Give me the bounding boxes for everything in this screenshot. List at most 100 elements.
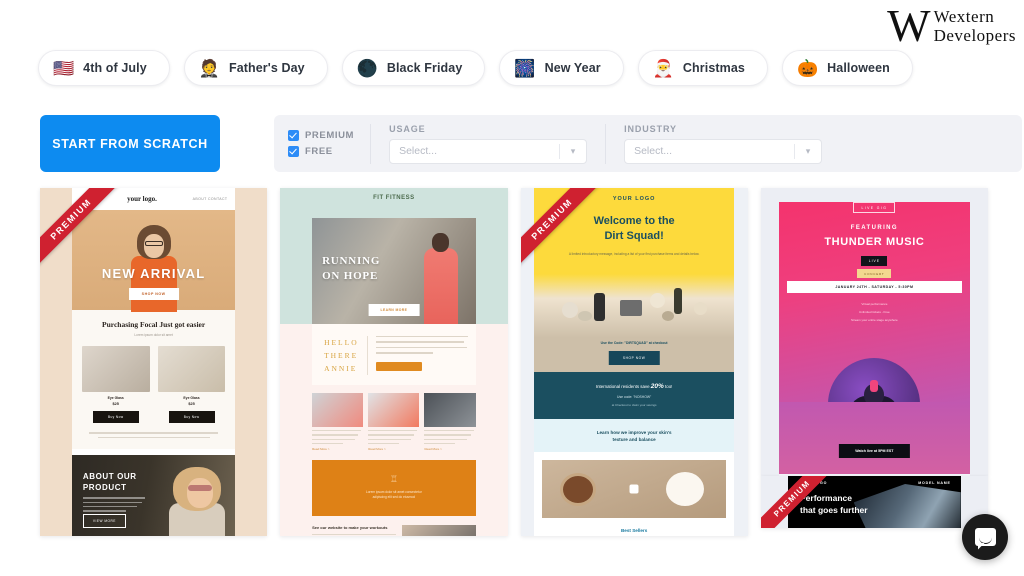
international-offer-band: International residents save 20% too! Us…	[534, 372, 735, 419]
nav-right-label: ABOUT CONTACT	[192, 197, 228, 201]
offer-note: at Checkout to claim your savings	[611, 403, 657, 407]
detail-line: Stream your entire stage anywhere	[851, 318, 898, 322]
template-column-1: PREMIUM SHOP your logo. ABOUT CONTACT	[40, 188, 268, 536]
chip-4th-of-july[interactable]: 🇺🇸 4th of July	[38, 50, 170, 86]
template-column-4: LIVE GIG FEATURING THUNDER MUSIC LIVE CO…	[760, 188, 988, 536]
witch-hat-pumpkin-icon: 🎃	[796, 58, 819, 78]
chevron-down-icon[interactable]: ▾	[560, 146, 586, 157]
email-preview: YOUR LOGO Welcome to the Dirt Squad! A l…	[534, 188, 735, 536]
product-image	[81, 346, 150, 392]
orange-banner: ♖ Lorem ipsum dolor sit amet consectetur…	[312, 460, 476, 517]
bowl-image	[560, 473, 597, 506]
email-hero: NEW ARRIVAL SHOP NOW	[71, 210, 236, 312]
template-grid: PREMIUM SHOP your logo. ABOUT CONTACT	[40, 188, 988, 536]
bottom-title: See our website to make your workouts	[312, 525, 388, 531]
template-card-fashion-new-arrival[interactable]: PREMIUM SHOP your logo. ABOUT CONTACT	[40, 188, 268, 536]
hero-title-line-1: RUNNING	[322, 255, 381, 267]
runner-figure	[423, 233, 458, 324]
article-card: Read More >	[368, 393, 420, 451]
chat-widget-button[interactable]	[962, 514, 1008, 560]
bottom-text: See our website to make your workouts	[312, 525, 396, 536]
artist-name: THUNDER MUSIC	[824, 236, 925, 248]
filter-panel: PREMIUM FREE USAGE Select... ▾ INDUSTRY	[274, 115, 1022, 172]
cup-image	[666, 472, 705, 506]
hero-title-line-2: that goes further	[800, 505, 868, 515]
chip-label: New Year	[544, 61, 601, 75]
email-preview: LIVE GIG FEATURING THUNDER MUSIC LIVE CO…	[778, 202, 970, 476]
usage-label: USAGE	[389, 123, 426, 134]
industry-label: INDUSTRY	[624, 123, 677, 134]
date-bar: JANUARY 24TH - SATURDAY - 5:30PM	[786, 281, 962, 293]
model-head	[173, 467, 222, 512]
chip-fathers-day[interactable]: 🤵 Father's Day	[183, 50, 328, 86]
template-card-dirt-squad[interactable]: PREMIUM YOUR LOGO Welcome to the Dirt Sq…	[520, 188, 748, 536]
watch-live-button: Watch live at 5PM EST	[839, 444, 910, 458]
chip-label: Halloween	[827, 61, 890, 75]
detail-line: Unlimited tickets - Free	[859, 310, 890, 314]
hello-heading: HELLO THERE ANNIE	[320, 336, 359, 375]
checkbox-free[interactable]: FREE	[288, 146, 354, 157]
usage-placeholder: Select...	[399, 145, 437, 157]
brand-wordmark: Wextern Developers	[934, 7, 1016, 45]
usage-select[interactable]: Select... ▾	[389, 138, 588, 164]
offer-code: Use code: "NOSHOW"	[617, 395, 652, 399]
article-image	[424, 393, 476, 427]
product-name: Eye Glass	[107, 396, 124, 400]
learn-title-line-2: texture and balance	[612, 437, 656, 442]
template-card-car-performance[interactable]: PREMIUM YOUR LOGO MODEL NAME Performance…	[760, 476, 988, 528]
template-column-2: FIT FITNESS RUNNING ON HOPE LEARN MORE H…	[280, 188, 508, 536]
play-button-icon	[629, 484, 639, 494]
chip-black-friday[interactable]: 🌑 Black Friday	[341, 50, 486, 86]
checkbox-icon[interactable]	[288, 130, 299, 141]
hero-title-line-1: Performance	[800, 493, 852, 503]
model-name-label: MODEL NAME	[918, 481, 951, 485]
microphone-icon	[870, 380, 879, 392]
about-text-placeholder	[82, 497, 145, 515]
start-from-scratch-button[interactable]: START FROM SCRATCH	[40, 115, 220, 172]
email-logo: FIT FITNESS	[373, 195, 415, 201]
hero-lower-band: Watch live at 5PM EST	[778, 402, 970, 474]
template-card-running-on-hope[interactable]: FIT FITNESS RUNNING ON HOPE LEARN MORE H…	[280, 188, 508, 536]
live-gig-badge: LIVE GIG	[853, 202, 896, 213]
template-card-thunder-music[interactable]: LIVE GIG FEATURING THUNDER MUSIC LIVE CO…	[760, 188, 988, 476]
body-text-placeholder	[82, 432, 226, 439]
product-buy-button: Buy Now	[92, 411, 139, 423]
brand-w-mark: W	[887, 0, 930, 51]
checkbox-icon[interactable]	[288, 146, 299, 157]
medal-icon: ♖	[389, 474, 398, 485]
bottom-section: See our website to make your workouts	[312, 525, 476, 536]
article-card: Read More >	[312, 393, 364, 451]
industry-select[interactable]: Select... ▾	[624, 138, 823, 164]
hero-title-line-2: ON HOPE	[322, 270, 379, 282]
industry-placeholder: Select...	[634, 145, 672, 157]
offer-headline-start: International residents save	[595, 384, 650, 389]
article-card-row: Read More > Read More > Read More >	[312, 393, 476, 451]
chip-label: Black Friday	[386, 61, 463, 75]
price-filter-group: PREMIUM FREE	[288, 130, 370, 157]
chip-label: 4th of July	[83, 61, 147, 75]
usage-filter: USAGE Select... ▾	[371, 124, 605, 164]
glasses-icon	[144, 241, 163, 246]
email-hero: LIVE GIG FEATURING THUNDER MUSIC LIVE CO…	[778, 202, 970, 450]
product-photo	[534, 274, 735, 338]
chip-christmas[interactable]: 🎅 Christmas	[637, 50, 768, 86]
hello-line-2: THERE	[324, 351, 359, 360]
banner-text-line-1: Lorem ipsum dolor sit amet consectetur	[365, 490, 422, 495]
learn-title-line-1: Learn how we improve your skin's	[596, 430, 672, 435]
model-face	[143, 234, 164, 258]
brand-logo: W Wextern Developers	[887, 0, 1016, 51]
app-page: W Wextern Developers 🇺🇸 4th of July 🤵 Fa…	[0, 0, 1024, 576]
chip-halloween[interactable]: 🎃 Halloween	[781, 50, 913, 86]
intro-cta-button	[375, 361, 422, 371]
article-link: Read More >	[424, 447, 442, 452]
filter-bar: START FROM SCRATCH PREMIUM FREE USAGE Se…	[40, 115, 1022, 172]
chip-new-year[interactable]: 🎆 New Year	[499, 50, 624, 86]
industry-filter: INDUSTRY Select... ▾	[606, 124, 840, 164]
intro-section: HELLO THERE ANNIE	[312, 324, 476, 385]
hero-title: Performance that goes further	[800, 492, 868, 516]
chevron-down-icon[interactable]: ▾	[795, 146, 821, 157]
learn-section: Learn how we improve your skin's texture…	[534, 419, 735, 452]
article-image	[312, 393, 364, 427]
checkbox-premium[interactable]: PREMIUM	[288, 130, 354, 141]
concert-tag: CONCERT	[857, 269, 892, 278]
